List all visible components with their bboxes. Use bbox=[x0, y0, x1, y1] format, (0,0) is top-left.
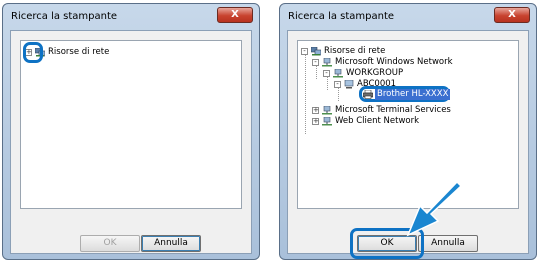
tree-item-microsoft-windows-network[interactable]: - Microsoft Windows Network bbox=[312, 57, 502, 68]
tree-connector bbox=[305, 54, 306, 134]
highlight-outline bbox=[23, 42, 43, 63]
dialog-title: Ricerca la stampante bbox=[11, 11, 118, 22]
network-icon bbox=[322, 58, 332, 67]
network-tree: + Risorse di rete bbox=[20, 40, 242, 209]
printer-search-dialog-left: Ricerca la stampante X + Risorse di rete… bbox=[2, 3, 260, 260]
network-icon bbox=[322, 117, 332, 126]
computer-icon bbox=[344, 80, 354, 89]
tree-item-workgroup[interactable]: - WORKGROUP bbox=[323, 68, 463, 79]
tree-item-label: Brother HL-XXXX bbox=[375, 89, 451, 100]
title-bar: Ricerca la stampante X bbox=[3, 4, 259, 28]
dialog-client-area: + Risorse di rete OK Annulla bbox=[10, 30, 252, 254]
collapse-icon[interactable]: - bbox=[323, 70, 330, 77]
printer-icon bbox=[363, 90, 373, 99]
tree-item-printer[interactable]: Brother HL-XXXX bbox=[363, 89, 451, 100]
tree-item-label: Risorse di rete bbox=[48, 47, 110, 57]
tree-item-label: WORKGROUP bbox=[346, 68, 404, 78]
close-icon: X bbox=[231, 9, 239, 20]
pointer-arrow-icon bbox=[406, 182, 463, 237]
tree-item-label: Web Client Network bbox=[335, 116, 420, 126]
tree-item-risorse-di-rete[interactable]: - Risorse di rete bbox=[301, 46, 451, 57]
tree-item-label: Microsoft Terminal Services bbox=[335, 105, 451, 115]
close-button[interactable]: X bbox=[494, 7, 530, 23]
dialog-title: Ricerca la stampante bbox=[288, 11, 395, 22]
ok-button[interactable]: OK bbox=[80, 235, 140, 252]
tree-item-microsoft-terminal-services[interactable]: + Microsoft Terminal Services bbox=[312, 105, 512, 116]
close-button[interactable]: X bbox=[217, 7, 253, 23]
close-icon: X bbox=[508, 9, 516, 20]
network-computer-icon bbox=[311, 47, 321, 56]
expand-icon[interactable]: + bbox=[312, 118, 319, 125]
collapse-icon[interactable]: - bbox=[301, 48, 308, 55]
network-icon bbox=[333, 69, 343, 78]
collapse-icon[interactable]: - bbox=[334, 81, 341, 88]
tree-item-label: Risorse di rete bbox=[324, 46, 386, 56]
tree-item-label: Microsoft Windows Network bbox=[335, 57, 453, 67]
title-bar: Ricerca la stampante X bbox=[280, 4, 536, 28]
tree-item-web-client-network[interactable]: + Web Client Network bbox=[312, 116, 482, 127]
network-icon bbox=[322, 106, 332, 115]
expand-icon[interactable]: + bbox=[312, 107, 319, 114]
collapse-icon[interactable]: - bbox=[312, 59, 319, 66]
tree-item-risorse-di-rete[interactable]: + Risorse di rete bbox=[25, 47, 185, 58]
cancel-button[interactable]: Annulla bbox=[141, 235, 201, 252]
